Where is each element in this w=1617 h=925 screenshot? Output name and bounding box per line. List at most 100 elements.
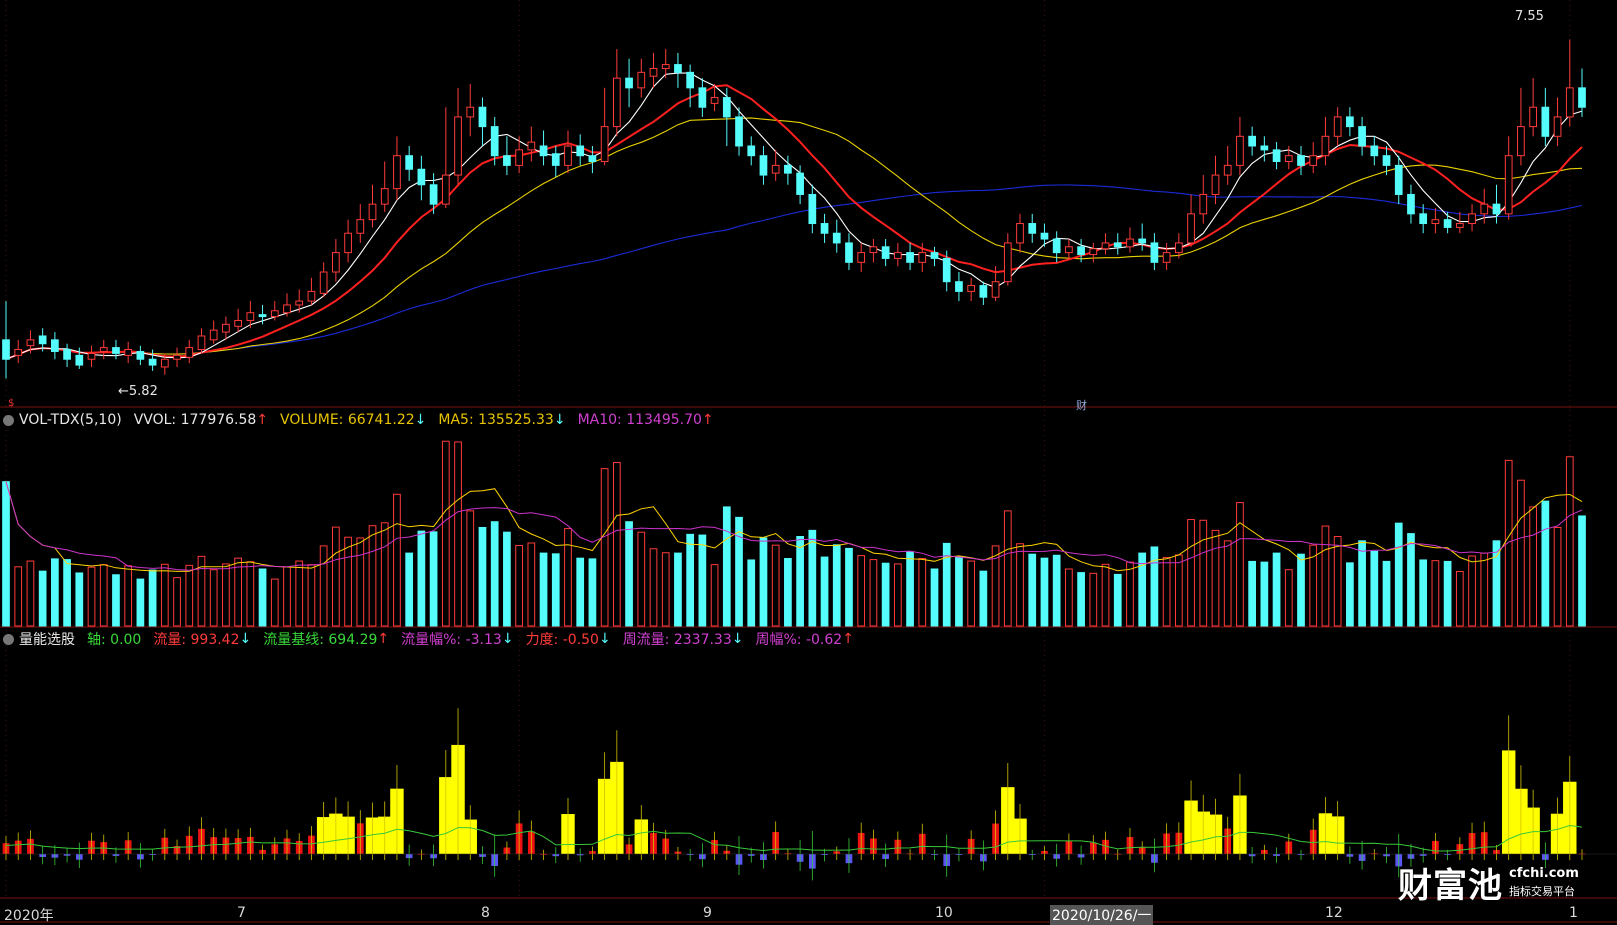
candle-down xyxy=(747,145,756,157)
flow-baseline: 流量基线: 694.29 xyxy=(263,632,378,648)
x-label-7: 1 xyxy=(1569,905,1578,921)
volume-bar-down xyxy=(1150,546,1159,627)
candle-up xyxy=(1321,135,1330,157)
volume-bar-down xyxy=(1260,561,1269,627)
candle-up xyxy=(1126,238,1134,248)
finance-marker[interactable]: 财 xyxy=(1076,397,1087,413)
candle-up xyxy=(1468,213,1476,225)
candle-up xyxy=(26,339,35,347)
candle-up xyxy=(441,174,450,205)
candle-down xyxy=(576,145,585,157)
volume-bar-up xyxy=(283,566,291,627)
price-chart[interactable] xyxy=(0,0,1617,925)
volume-bar-down xyxy=(1394,522,1403,627)
candle-down xyxy=(1260,145,1269,151)
candle-down xyxy=(1077,246,1085,256)
candle-up xyxy=(1211,174,1220,195)
corner-mark: $ xyxy=(8,398,15,409)
volume-bar-down xyxy=(2,481,10,627)
volume-bar-up xyxy=(637,531,646,627)
candle-down xyxy=(1272,149,1281,163)
volume-bar-down xyxy=(784,558,792,627)
candle-down xyxy=(63,349,71,360)
candle-up xyxy=(466,106,475,118)
candle-down xyxy=(1040,232,1049,240)
volume-bar-up xyxy=(209,569,218,627)
flow-baseline-arrow: ↑ xyxy=(377,631,390,647)
indicator-toggle-icon[interactable] xyxy=(3,414,14,426)
vvol-arrow: ↑ xyxy=(256,412,269,428)
candle-up xyxy=(209,329,218,341)
flow-arrow: ↓ xyxy=(239,631,252,647)
x-label-3: 9 xyxy=(703,905,712,921)
candle-up xyxy=(454,116,462,176)
candle-up xyxy=(99,347,108,352)
volume-bar-down xyxy=(796,536,804,627)
volume-bar-down xyxy=(417,530,426,627)
candle-up xyxy=(564,145,572,166)
candle-up xyxy=(356,219,365,234)
candle-up xyxy=(344,232,352,254)
volume-bar-up xyxy=(1016,543,1024,627)
volume-bar-up xyxy=(368,525,377,627)
volume-bar-up xyxy=(1236,502,1244,627)
volume-bar-up xyxy=(918,558,927,627)
ma5-line xyxy=(5,72,1583,360)
candle-up xyxy=(1016,223,1024,244)
candle-down xyxy=(478,106,487,128)
candle-down xyxy=(832,232,841,244)
volume-bar-up xyxy=(307,564,316,627)
candle-down xyxy=(1382,155,1391,166)
candle-up xyxy=(124,349,133,356)
volume-bar-up xyxy=(1065,568,1073,627)
candle-down xyxy=(1492,203,1501,215)
volume-bar-up xyxy=(1223,540,1232,627)
volume-bar-up xyxy=(1211,529,1220,627)
volume-bar-up xyxy=(441,440,450,627)
volume-bar-up xyxy=(270,578,279,627)
volume-bar-down xyxy=(539,552,548,627)
candle-up xyxy=(1309,155,1318,166)
indicator-toggle-icon[interactable] xyxy=(3,633,14,645)
candle-up xyxy=(967,285,976,292)
volume-bar-down xyxy=(1028,553,1037,627)
candle-down xyxy=(1419,213,1428,225)
candle-down xyxy=(1370,145,1379,157)
volume-bar-up xyxy=(1553,526,1562,627)
candle-up xyxy=(368,203,377,221)
volume-bar-up xyxy=(857,555,866,627)
candle-down xyxy=(979,285,988,298)
volume-bar-up xyxy=(1126,561,1134,627)
watermark-brand: 财富池 xyxy=(1398,866,1503,906)
candle-up xyxy=(185,347,194,358)
volume-ma10-line xyxy=(5,481,1583,571)
candle-down xyxy=(1578,87,1586,108)
flow-strength-arrow: ↓ xyxy=(598,631,611,647)
candle-up xyxy=(173,354,181,360)
volume-bar-up xyxy=(454,441,462,627)
candle-up xyxy=(1333,116,1342,137)
volume-bar-up xyxy=(26,560,35,627)
candle-up xyxy=(1565,87,1574,118)
candle-down xyxy=(686,71,695,89)
volume-bar-down xyxy=(759,537,768,627)
volume-bar-up xyxy=(1089,572,1098,627)
low-annotation: ←5.82 xyxy=(118,384,158,399)
volume-bar-up xyxy=(99,564,108,627)
flow-value: 流量: 993.42 xyxy=(153,632,240,648)
candle-down xyxy=(1394,164,1403,195)
x-label-4: 10 xyxy=(935,905,953,921)
vol-ma10-value: MA10: 113495.70 xyxy=(577,412,702,428)
candle-up xyxy=(1504,155,1513,215)
vol-ma5-value: MA5: 135525.33 xyxy=(438,412,554,428)
candle-up xyxy=(1187,213,1195,244)
candle-up xyxy=(649,67,658,77)
volume-bar-down xyxy=(63,559,71,627)
volume-bar-down xyxy=(930,568,939,627)
candle-up xyxy=(771,164,780,174)
flow-name: 量能选股 xyxy=(19,632,75,648)
volume-bar-up xyxy=(1565,456,1574,627)
weekly-flow-arrow: ↓ xyxy=(731,631,744,647)
candle-up xyxy=(918,252,927,263)
volume-bar-up xyxy=(1199,519,1208,627)
